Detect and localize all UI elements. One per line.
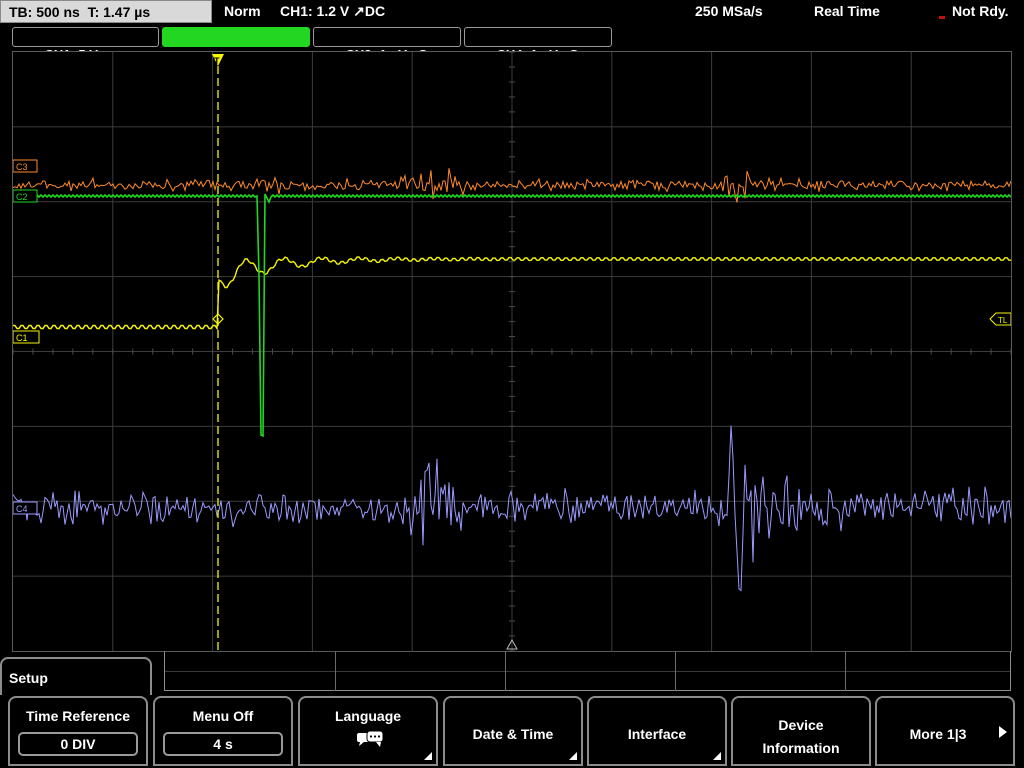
menu-info-grid	[164, 651, 1011, 691]
menu-title: Setup	[9, 670, 48, 686]
language-label: Language	[334, 708, 402, 724]
trigger-setting[interactable]: CH1: 1.2 V ↗DC	[280, 3, 385, 20]
softkey-bar: Time Reference 0 DIV Menu Off 4 s Langua…	[0, 695, 1024, 768]
channel-bar: CH1: 5 V≃ CH2: 20 mV≃Ω CH3: 1mV≃Ω CH4: 1…	[0, 26, 1024, 62]
date-time-label: Date & Time	[472, 726, 554, 742]
timebase-readout[interactable]: TB: 500 ns T: 1.47 µs	[0, 0, 212, 23]
time-reference-softkey[interactable]: Time Reference 0 DIV	[8, 696, 148, 766]
channel-2-marker-label: C2	[16, 192, 28, 202]
graticule	[13, 52, 1011, 651]
channel-1-offset-marker[interactable]: C1	[13, 330, 40, 344]
submenu-corner-icon	[424, 752, 432, 760]
channel-4-offset-marker[interactable]: C4	[13, 501, 38, 515]
language-softkey[interactable]: Language	[298, 696, 438, 766]
not-ready-indicator-icon	[939, 16, 945, 19]
interface-label: Interface	[627, 726, 687, 742]
trigger-level-marker[interactable]: TL	[989, 312, 1011, 326]
device-information-label-line2: Information	[762, 740, 840, 756]
run-state: Not Rdy.	[952, 3, 1009, 19]
channel-4-marker-label: C4	[16, 504, 28, 514]
interface-softkey[interactable]: Interface	[587, 696, 727, 766]
acquisition-mode[interactable]: Real Time	[814, 3, 880, 19]
more-softkey[interactable]: More 1|3	[875, 696, 1015, 766]
menu-off-softkey[interactable]: Menu Off 4 s	[153, 696, 293, 766]
channel-2-offset-marker[interactable]: C2	[13, 189, 38, 203]
time-reference-value[interactable]: 0 DIV	[18, 732, 138, 756]
sample-rate[interactable]: 250 MSa/s	[695, 3, 763, 19]
status-bar: TB: 500 ns T: 1.47 µs Norm CH1: 1.2 V ↗D…	[0, 0, 1024, 26]
waveform-canvas[interactable]: T C3 C2 C1 C4 TL	[13, 52, 1011, 651]
channel-1-marker-label: C1	[16, 333, 28, 343]
speech-bubbles-icon	[357, 730, 384, 747]
channel-4-button[interactable]: CH4: 1mV≃Ω	[464, 27, 612, 62]
next-page-arrow-icon	[999, 726, 1007, 738]
channel-3-marker-label: C3	[16, 162, 28, 172]
more-label: More 1|3	[909, 726, 967, 742]
trigger-position-label: T	[214, 56, 220, 66]
channel-1-button[interactable]: CH1: 5 V≃	[12, 27, 159, 62]
submenu-corner-icon	[713, 752, 721, 760]
menu-off-label: Menu Off	[192, 708, 254, 724]
waveform-display[interactable]: T C3 C2 C1 C4 TL	[12, 51, 1012, 652]
channel-2-button[interactable]: CH2: 20 mV≃Ω	[162, 27, 310, 62]
menu-off-value[interactable]: 4 s	[163, 732, 283, 756]
submenu-corner-icon	[569, 752, 577, 760]
channel-3-offset-marker[interactable]: C3	[13, 159, 38, 173]
date-time-softkey[interactable]: Date & Time	[443, 696, 583, 766]
device-information-label-line1: Device	[778, 717, 824, 733]
trigger-mode[interactable]: Norm	[224, 3, 261, 19]
channel-3-button[interactable]: CH3: 1mV≃Ω	[313, 27, 461, 62]
trigger-level-label: TL	[998, 316, 1008, 325]
menu-title-tab: Setup	[0, 657, 152, 697]
device-information-softkey[interactable]: Device Information	[731, 696, 871, 766]
time-reference-label: Time Reference	[25, 708, 130, 724]
